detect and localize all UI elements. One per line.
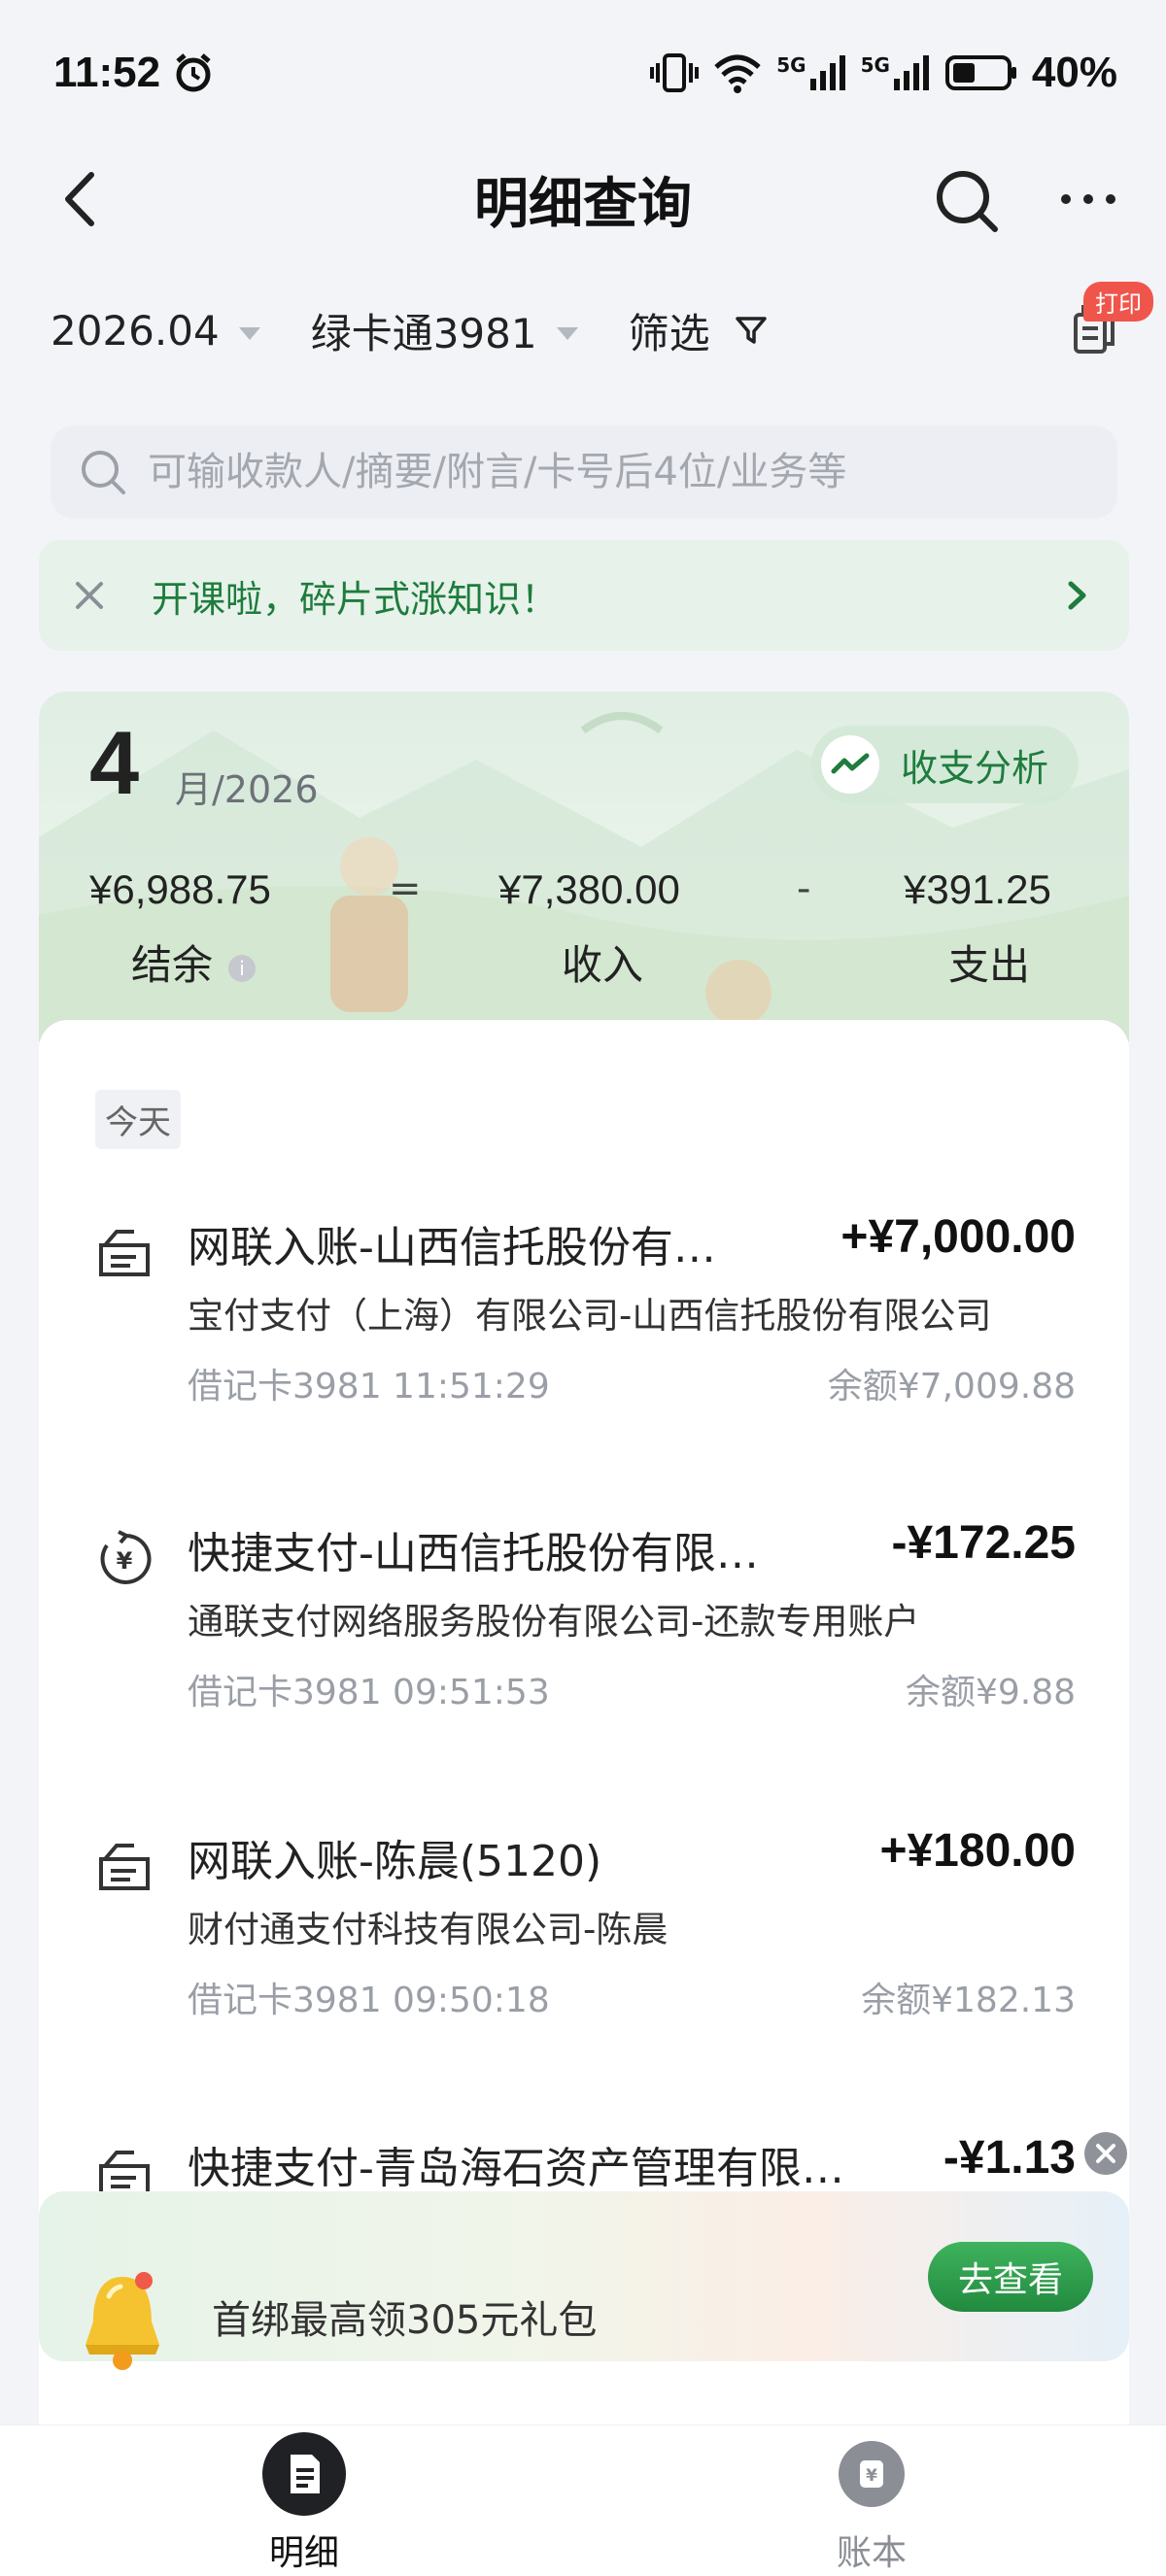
svg-text:¥: ¥ xyxy=(117,1547,133,1575)
transaction-balance: 余额¥182.13 xyxy=(861,1981,1076,2020)
page-title: 明细查询 xyxy=(474,172,692,236)
summary-card: 4 月/2026 收支分析 ¥6,988.75 = ¥7,380.00 - ¥3… xyxy=(39,692,1129,1041)
expense-label: 支出 xyxy=(948,941,1031,989)
transaction-amount: -¥1.13 xyxy=(943,2132,1076,2184)
transaction-name: 网联入账-山西信托股份有… xyxy=(188,1223,716,1272)
tab-bar: 明细 ¥ 账本 xyxy=(0,2424,1166,2576)
tab-details[interactable]: 明细 xyxy=(207,2425,401,2576)
balance-value: ¥6,988.75 xyxy=(89,866,271,912)
alarm-icon xyxy=(176,53,211,92)
transaction-desc: 财付通支付科技有限公司-陈晨 xyxy=(188,1909,669,1950)
today-tag: 今天 xyxy=(95,1090,181,1149)
transaction-balance: 余额¥9.88 xyxy=(905,1673,1076,1712)
month-selector[interactable]: 2026.04 xyxy=(51,307,260,355)
summary-year: 月/2026 xyxy=(175,768,319,811)
minus-sign: - xyxy=(797,866,811,911)
transaction-row[interactable]: ¥ 快捷支付-山西信托股份有限… -¥172.25 通联支付网络服务股份有限公司… xyxy=(39,1510,1129,1712)
card-selector[interactable]: 绿卡通3981 xyxy=(311,301,578,360)
bell-icon xyxy=(86,2272,159,2370)
expense-value: ¥391.25 xyxy=(904,866,1051,912)
tab-ledger[interactable]: ¥ 账本 xyxy=(774,2425,969,2576)
funnel-icon xyxy=(735,317,767,344)
ledger-icon: ¥ xyxy=(839,2441,905,2507)
filter-bar: 2026.04 绿卡通3981 筛选 xyxy=(0,282,1166,379)
search-input[interactable] xyxy=(148,450,1080,494)
quick-pay-icon: ¥ xyxy=(100,1530,152,1584)
ad-banner[interactable]: 首绑最高领305元礼包 去查看 xyxy=(39,2191,1129,2361)
wifi-icon xyxy=(714,54,761,93)
transaction-name: 快捷支付-青岛海石资产管理有限… xyxy=(188,2144,844,2193)
view-button[interactable]: 去查看 xyxy=(928,2242,1093,2312)
filter-label: 筛选 xyxy=(628,309,710,357)
analysis-label: 收支分析 xyxy=(901,746,1049,790)
tab-label: 账本 xyxy=(836,2533,907,2573)
transfer-in-icon xyxy=(99,1844,150,1890)
caret-down-icon xyxy=(556,326,578,340)
back-icon[interactable] xyxy=(49,165,117,233)
income-label: 收入 xyxy=(562,941,644,989)
transaction-row[interactable]: 网联入账-陈晨(5120) +¥180.00 财付通支付科技有限公司-陈晨 借记… xyxy=(39,1818,1129,2020)
transaction-meta: 借记卡3981 09:51:53 xyxy=(188,1673,550,1712)
info-icon[interactable]: i xyxy=(228,954,257,982)
signal-2-icon: 5G xyxy=(861,53,931,92)
document-icon xyxy=(262,2432,346,2516)
equals-sign: = xyxy=(389,866,422,911)
income-value: ¥7,380.00 xyxy=(498,866,680,912)
signal-1-icon: 5G xyxy=(776,53,846,92)
transaction-balance: 余额¥7,009.88 xyxy=(827,1367,1076,1407)
battery-percent: 40% xyxy=(1031,49,1117,96)
search-icon xyxy=(82,451,125,494)
transaction-amount: +¥7,000.00 xyxy=(840,1211,1076,1263)
more-icon[interactable] xyxy=(1054,165,1122,233)
transfer-in-icon xyxy=(99,1230,150,1276)
transaction-name: 快捷支付-山西信托股份有限… xyxy=(188,1529,759,1578)
vibrate-icon xyxy=(650,53,700,92)
promo-text: 开课啦，碎片式涨知识！ xyxy=(152,577,559,621)
transaction-meta: 借记卡3981 11:51:29 xyxy=(188,1367,550,1407)
battery-icon xyxy=(944,55,1016,90)
card-selector-label: 绿卡通3981 xyxy=(310,309,537,357)
filter-button[interactable]: 筛选 xyxy=(629,301,771,360)
transaction-amount: -¥172.25 xyxy=(891,1517,1077,1569)
close-icon[interactable] xyxy=(1083,2131,1128,2176)
svg-text:¥: ¥ xyxy=(866,2466,877,2486)
transaction-desc: 宝付支付（上海）有限公司-山西信托股份有限公司 xyxy=(188,1295,992,1337)
analysis-button[interactable]: 收支分析 xyxy=(811,726,1079,803)
tab-label: 明细 xyxy=(268,2533,339,2573)
nav-bar: 明细查询 xyxy=(0,146,1166,253)
search-box[interactable] xyxy=(51,425,1117,519)
status-bar: 11:52 5G 5G 40% xyxy=(0,0,1166,146)
chevron-right-icon xyxy=(1068,581,1086,610)
search-icon[interactable] xyxy=(931,165,1003,237)
balance-label: 结余 i xyxy=(131,932,257,992)
ad-text: 首绑最高领305元礼包 xyxy=(212,2298,598,2343)
status-time: 11:52 xyxy=(53,49,161,96)
close-icon[interactable] xyxy=(72,578,107,613)
summary-month: 4 xyxy=(89,714,140,813)
transaction-desc: 通联支付网络服务股份有限公司-还款专用账户 xyxy=(188,1601,920,1643)
trend-icon xyxy=(821,735,879,794)
transaction-meta: 借记卡3981 09:50:18 xyxy=(188,1981,550,2020)
transaction-name: 网联入账-陈晨(5120) xyxy=(188,1837,602,1886)
print-badge: 打印 xyxy=(1083,282,1153,322)
caret-down-icon xyxy=(238,326,260,340)
promo-banner[interactable]: 开课啦，碎片式涨知识！ xyxy=(39,540,1129,651)
month-selector-label: 2026.04 xyxy=(51,306,220,355)
transaction-amount: +¥180.00 xyxy=(879,1825,1076,1877)
transaction-row[interactable]: 网联入账-山西信托股份有… +¥7,000.00 宝付支付（上海）有限公司-山西… xyxy=(39,1204,1129,1407)
